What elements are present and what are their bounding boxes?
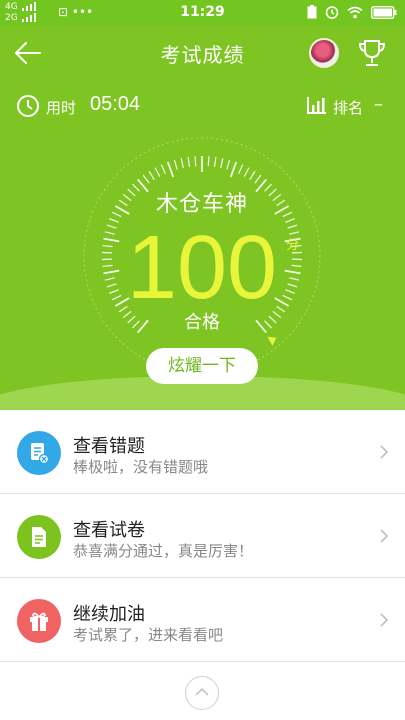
nav-bar: 考试成绩 [0, 26, 405, 80]
time-used-value: 05:04 [90, 93, 141, 115]
scroll-up-button[interactable] [185, 676, 219, 710]
user-avatar[interactable] [309, 38, 339, 68]
status-bar: 4G 2G ⊡ ••• 11:29 [0, 0, 405, 26]
chevron-right-icon [380, 445, 389, 459]
pass-status: 合格 [184, 312, 220, 333]
battery-saver-icon [307, 5, 317, 19]
score-unit: 分 [286, 238, 300, 253]
wrong-questions-icon [17, 431, 61, 475]
menu-item-subtitle: 恭喜满分通过，真是厉害！ [73, 542, 254, 560]
score-gauge: 木仓车神 100 分 合格 [82, 136, 322, 376]
rank-value: – [374, 94, 383, 115]
menu-item-exam-paper[interactable]: 查看试卷 恭喜满分通过，真是厉害！ [0, 494, 405, 578]
status-right-icons [307, 5, 397, 19]
score-value: 100 [126, 218, 278, 318]
alarm-icon [325, 6, 339, 19]
page-title: 考试成绩 [160, 43, 245, 67]
rank-label: 排名 [333, 99, 364, 117]
menu-item-wrong-questions[interactable]: 查看错题 棒极啦，没有错题哦 [0, 410, 405, 494]
gift-icon [17, 599, 61, 643]
wifi-icon [347, 6, 363, 18]
result-menu: 查看错题 棒极啦，没有错题哦 查看试卷 恭喜满分通过，真是厉害！ 继续加油 考试… [0, 410, 405, 662]
chevron-up-icon [195, 687, 209, 696]
score-hero: 考试成绩 用时 05:04 排名 – 木仓车神 100 分 合格 炫耀一下 [0, 26, 405, 410]
battery-icon [371, 5, 397, 19]
exam-info-row: 用时 05:04 排名 – [0, 92, 405, 122]
trophy-icon[interactable] [358, 38, 386, 68]
menu-item-subtitle: 棒极啦，没有错题哦 [73, 458, 209, 476]
chevron-right-icon [380, 529, 389, 543]
chevron-right-icon [380, 613, 389, 627]
menu-item-title: 查看错题 [73, 436, 145, 457]
menu-item-keep-going[interactable]: 继续加油 考试累了，进来看看吧 [0, 578, 405, 662]
menu-item-title: 查看试卷 [73, 520, 145, 541]
rank-chart-icon [307, 97, 326, 114]
menu-item-subtitle: 考试累了，进来看看吧 [73, 626, 224, 644]
share-button[interactable]: 炫耀一下 [146, 348, 258, 384]
time-used-label: 用时 [46, 99, 77, 117]
menu-item-title: 继续加油 [73, 604, 145, 625]
clock-icon [17, 95, 39, 117]
exam-paper-icon [17, 515, 61, 559]
user-title: 木仓车神 [155, 192, 248, 217]
